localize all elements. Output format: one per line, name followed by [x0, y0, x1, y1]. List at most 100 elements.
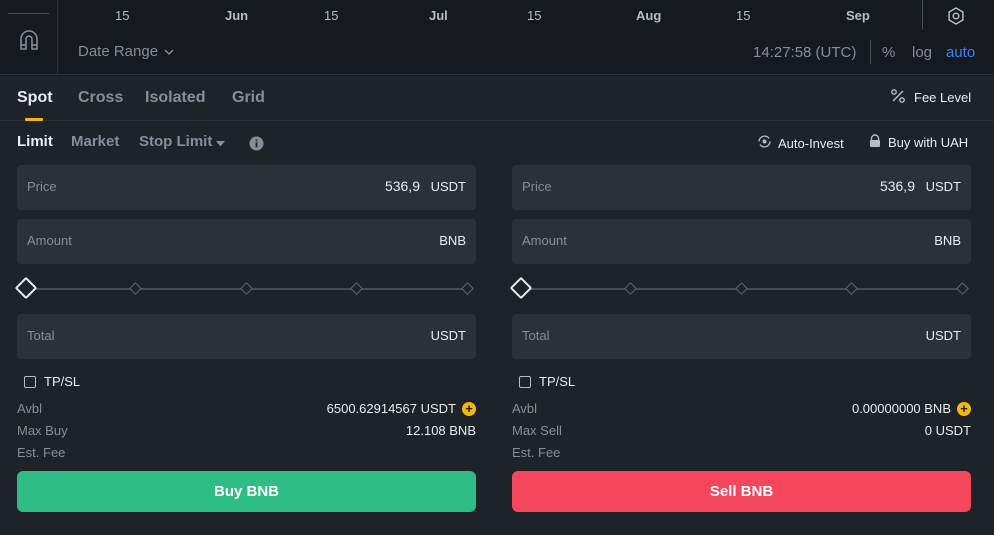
tab-cross[interactable]: Cross: [78, 89, 123, 107]
time-axis-label: Aug: [636, 8, 662, 23]
divider: [870, 40, 871, 64]
buy-info: Avbl 6500.62914567 USDT + Max Buy 12.108…: [17, 397, 476, 463]
max-sell-row: Max Sell 0 USDT: [512, 419, 971, 441]
buy-price-field[interactable]: Price 536,9 USDT: [17, 165, 476, 210]
tpsl-label: TP/SL: [44, 374, 81, 389]
auto-invest-link[interactable]: Auto-Invest: [757, 134, 844, 152]
price-label: Price: [522, 179, 552, 194]
sell-button[interactable]: Sell BNB: [512, 471, 971, 512]
price-value[interactable]: 536,9: [880, 178, 915, 194]
percent-scale-button[interactable]: %: [882, 44, 895, 61]
active-tab-indicator: [25, 118, 43, 121]
price-value[interactable]: 536,9: [385, 178, 420, 194]
buy-button[interactable]: Buy BNB: [17, 471, 476, 512]
gear-icon[interactable]: [946, 6, 966, 31]
avbl-label: Avbl: [512, 401, 538, 416]
auto-scale-button[interactable]: auto: [946, 44, 975, 61]
max-sell-label: Max Sell: [512, 423, 562, 438]
slider-step-50[interactable]: [240, 282, 253, 295]
avbl-value: 0.00000000 BNB: [851, 401, 951, 416]
est-fee-row: Est. Fee: [512, 441, 971, 463]
price-unit: USDT: [925, 179, 961, 194]
est-fee-row: Est. Fee: [17, 441, 476, 463]
est-fee-label[interactable]: Est. Fee: [17, 445, 65, 460]
avbl-row: Avbl 0.00000000 BNB +: [512, 397, 971, 419]
slider-handle[interactable]: [14, 276, 38, 300]
order-panel: Spot Cross Isolated Grid Fee Level Limit…: [0, 76, 994, 535]
percent-icon: [890, 88, 906, 107]
price-label: Price: [27, 179, 57, 194]
tab-spot[interactable]: Spot: [17, 89, 53, 107]
tab-market[interactable]: Market: [71, 133, 119, 150]
add-funds-icon[interactable]: +: [957, 401, 971, 416]
amount-unit: BNB: [934, 233, 961, 248]
sell-total-field[interactable]: Total USDT: [512, 314, 971, 359]
divider: [8, 13, 49, 14]
fee-level-label: Fee Level: [914, 90, 972, 105]
tab-limit[interactable]: Limit: [17, 133, 53, 150]
buy-with-fiat-link[interactable]: Buy with UAH: [868, 134, 968, 151]
total-label: Total: [522, 328, 550, 343]
sell-amount-slider[interactable]: [509, 276, 971, 300]
tab-grid[interactable]: Grid: [232, 89, 265, 107]
total-label: Total: [27, 328, 55, 343]
auto-invest-icon: [757, 134, 772, 152]
est-fee-label[interactable]: Est. Fee: [512, 445, 560, 460]
max-sell-value: 0 USDT: [924, 423, 971, 438]
caret-down-icon: [216, 134, 226, 151]
stop-limit-label: Stop Limit: [139, 133, 213, 150]
avbl-row: Avbl 6500.62914567 USDT +: [17, 397, 476, 419]
time-axis-label: 15: [324, 8, 339, 23]
date-range-button[interactable]: Date Range: [78, 43, 174, 60]
chart-toolbar-left: [0, 0, 58, 75]
sell-tpsl-checkbox[interactable]: TP/SL: [519, 374, 971, 389]
sell-info: Avbl 0.00000000 BNB + Max Sell 0 USDT Es…: [512, 397, 971, 463]
magnet-icon[interactable]: [17, 29, 41, 58]
slider-handle[interactable]: [509, 276, 533, 300]
tab-stop-limit[interactable]: Stop Limit: [139, 133, 226, 151]
sell-price-field[interactable]: Price 536,9 USDT: [512, 165, 971, 210]
slider-step-100[interactable]: [956, 282, 969, 295]
amount-label: Amount: [27, 233, 72, 248]
chart-header: 15 Jun 15 Jul 15 Aug 15 Sep Date Range 1…: [0, 0, 994, 75]
slider-step-100[interactable]: [461, 282, 474, 295]
slider-step-50[interactable]: [735, 282, 748, 295]
price-unit: USDT: [430, 179, 466, 194]
sell-amount-field[interactable]: Amount BNB: [512, 219, 971, 264]
time-axis-label: Sep: [846, 8, 870, 23]
slider-step-75[interactable]: [350, 282, 363, 295]
buy-amount-slider[interactable]: [14, 276, 476, 300]
buy-total-field[interactable]: Total USDT: [17, 314, 476, 359]
log-scale-button[interactable]: log: [912, 44, 932, 61]
tab-isolated[interactable]: Isolated: [145, 89, 205, 107]
sell-form: Price 536,9 USDT Amount BNB Total USDT T…: [509, 165, 971, 512]
total-unit: USDT: [430, 328, 466, 343]
lock-icon: [868, 134, 882, 151]
avbl-label: Avbl: [17, 401, 43, 416]
margin-mode-tabs: Spot Cross Isolated Grid Fee Level: [0, 76, 994, 121]
buy-tpsl-checkbox[interactable]: TP/SL: [24, 374, 476, 389]
fee-level-button[interactable]: Fee Level: [890, 88, 971, 107]
time-axis-label: Jun: [225, 8, 249, 23]
avbl-value-group: 6500.62914567 USDT +: [327, 401, 476, 416]
time-axis-label: 15: [736, 8, 751, 23]
chevron-down-icon: [164, 43, 174, 60]
checkbox-icon: [519, 375, 531, 388]
amount-unit: BNB: [439, 233, 466, 248]
slider-step-25[interactable]: [624, 282, 637, 295]
slider-step-75[interactable]: [845, 282, 858, 295]
add-funds-icon[interactable]: +: [462, 401, 476, 416]
time-axis-label: 15: [527, 8, 542, 23]
buy-amount-field[interactable]: Amount BNB: [17, 219, 476, 264]
avbl-value: 6500.62914567 USDT: [326, 401, 456, 416]
divider: [922, 0, 923, 30]
auto-invest-label: Auto-Invest: [778, 135, 844, 151]
utc-clock[interactable]: 14:27:58 (UTC): [753, 44, 856, 61]
time-axis-label: 15: [115, 8, 130, 23]
total-unit: USDT: [925, 328, 961, 343]
info-icon[interactable]: [249, 136, 264, 156]
max-buy-value: 12.108 BNB: [405, 423, 476, 438]
max-buy-row: Max Buy 12.108 BNB: [17, 419, 476, 441]
slider-step-25[interactable]: [129, 282, 142, 295]
time-axis-label: Jul: [429, 8, 448, 23]
